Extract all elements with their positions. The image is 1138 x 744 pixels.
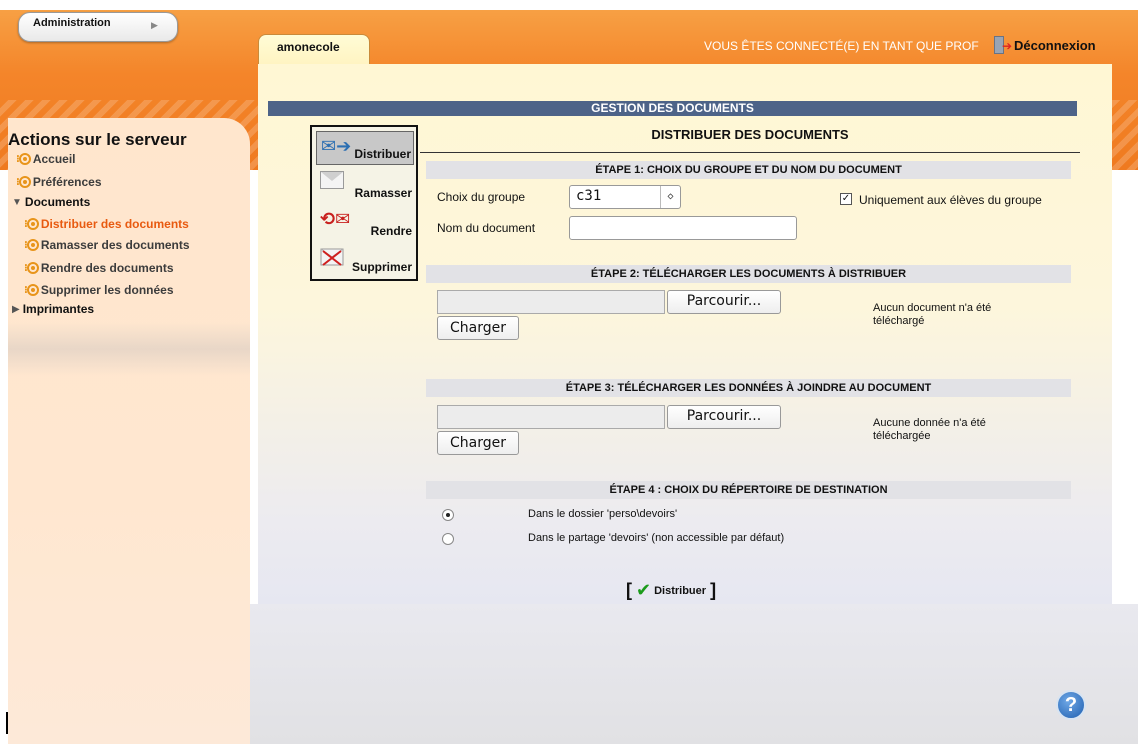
logout-label: Déconnexion (1014, 37, 1096, 53)
delete-envelope-icon (320, 248, 344, 266)
logout-icon: ➔ (992, 36, 1012, 54)
document-load-button[interactable]: Charger (437, 316, 519, 340)
bullet-icon (18, 153, 31, 165)
bullet-icon (26, 262, 39, 274)
group-select[interactable]: c31 ◇ (569, 185, 681, 209)
arrow-right-icon: ▶ (151, 20, 158, 30)
group-label: Choix du groupe (437, 190, 526, 204)
radio-partage-devoirs[interactable] (442, 533, 454, 545)
sidebar-item-accueil[interactable]: ⁝ Accueil (16, 152, 76, 166)
tab-amonecole[interactable]: amonecole (258, 34, 370, 64)
sidebar-item-label: Documents (24, 195, 91, 209)
menu-rendre[interactable]: ⟲✉ Rendre (316, 207, 414, 241)
sidebar-item-label: Supprimer les données (40, 283, 174, 297)
logout-link[interactable]: ➔ Déconnexion (992, 36, 1096, 54)
bracket-left: [ (626, 580, 632, 600)
submit-label: Distribuer (654, 584, 707, 597)
doc-name-input[interactable] (569, 216, 797, 240)
data-upload-status: Aucune donnée n'a été téléchargée (873, 417, 986, 442)
checkmark-icon: ✔ (636, 580, 652, 600)
sidebar-item-ramasser[interactable]: ⁝ Ramasser des documents (24, 238, 190, 252)
triangle-right-icon: ▶ (12, 303, 20, 315)
step1-title: ÉTAPE 1: CHOIX DU GROUPE ET DU NOM DU DO… (426, 161, 1071, 179)
sidebar-item-label: Rendre des documents (40, 261, 174, 275)
bullet-icon (26, 239, 39, 251)
sidebar-item-label: Ramasser des documents (40, 238, 190, 252)
group-select-value: c31 (576, 188, 602, 204)
tab-label: amonecole (277, 40, 340, 54)
actions-menu: ✉➔ Distribuer Ramasser ⟲✉ Rendre Supprim… (310, 125, 418, 281)
content-footer-area (250, 604, 1138, 744)
sidebar-decor-band (8, 322, 250, 376)
radio-perso-devoirs-label: Dans le dossier 'perso\devoirs' (528, 508, 678, 520)
sidebar-title: Actions sur le serveur (8, 130, 187, 149)
sidebar-item-label: Accueil (32, 152, 76, 166)
sidebar-item-label: Préférences (32, 175, 102, 189)
sidebar-item-label: Imprimantes (22, 302, 95, 316)
distribute-submit[interactable]: [ ✔ Distribuer ] (622, 580, 720, 601)
radio-partage-devoirs-label: Dans le partage 'devoirs' (non accessibl… (528, 532, 785, 544)
logged-in-status: VOUS ÊTES CONNECTÉ(E) EN TANT QUE PROF (704, 39, 979, 53)
menu-supprimer[interactable]: Supprimer (316, 243, 414, 277)
data-file-field[interactable] (437, 405, 665, 429)
sidebar-item-rendre[interactable]: ⁝ Rendre des documents (24, 261, 174, 275)
triangle-down-icon: ▼ (12, 196, 22, 208)
section-title: DISTRIBUER DES DOCUMENTS (420, 125, 1080, 153)
sidebar-item-label: Distribuer des documents (40, 217, 189, 231)
text-cursor (6, 712, 8, 734)
sidebar-item-distribuer[interactable]: ⁝ Distribuer des documents (24, 217, 189, 231)
administration-button[interactable]: Administration ▶ (18, 12, 178, 42)
distribute-icon: ✉➔ (321, 136, 352, 156)
only-group-checkbox[interactable]: ✓ (840, 193, 852, 205)
bullet-icon (26, 218, 39, 230)
bullet-icon (18, 176, 31, 188)
menu-label: Distribuer (354, 147, 411, 161)
step4-title: ÉTAPE 4 : CHOIX DU RÉPERTOIRE DE DESTINA… (426, 481, 1071, 499)
step3-title: ÉTAPE 3: TÉLÉCHARGER LES DONNÉES À JOIND… (426, 379, 1071, 397)
document-upload-status: Aucun document n'a été téléchargé (873, 302, 992, 327)
document-file-field[interactable] (437, 290, 665, 314)
step2-title: ÉTAPE 2: TÉLÉCHARGER LES DOCUMENTS À DIS… (426, 265, 1071, 283)
administration-label: Administration (33, 17, 111, 29)
sidebar-item-supprimer[interactable]: ⁝ Supprimer les données (24, 283, 174, 297)
sidebar-item-preferences[interactable]: ⁝ Préférences (16, 175, 102, 189)
data-browse-button[interactable]: Parcourir... (667, 405, 781, 429)
data-load-button[interactable]: Charger (437, 431, 519, 455)
menu-ramasser[interactable]: Ramasser (316, 169, 414, 203)
return-icon: ⟲✉ (320, 209, 351, 229)
only-group-label: Uniquement aux élèves du groupe (859, 193, 1042, 207)
sidebar-item-imprimantes[interactable]: ▶ Imprimantes (12, 302, 94, 316)
menu-label: Supprimer (351, 260, 412, 274)
bullet-icon (26, 284, 39, 296)
menu-distribuer[interactable]: ✉➔ Distribuer (316, 131, 414, 165)
menu-label: Ramasser (354, 186, 412, 200)
spinner-icon: ◇ (660, 186, 680, 208)
sidebar-item-documents[interactable]: ▼ Documents (12, 195, 90, 209)
doc-name-label: Nom du document (437, 221, 536, 235)
envelope-icon (320, 171, 344, 189)
page-header: GESTION DES DOCUMENTS (268, 101, 1077, 116)
menu-label: Rendre (370, 224, 412, 238)
document-browse-button[interactable]: Parcourir... (667, 290, 781, 314)
sidebar: Actions sur le serveur ⁝ Accueil ⁝ Préfé… (8, 118, 250, 744)
radio-perso-devoirs[interactable] (442, 509, 454, 521)
bracket-right: ] (710, 580, 717, 600)
help-icon[interactable]: ? (1056, 690, 1086, 720)
